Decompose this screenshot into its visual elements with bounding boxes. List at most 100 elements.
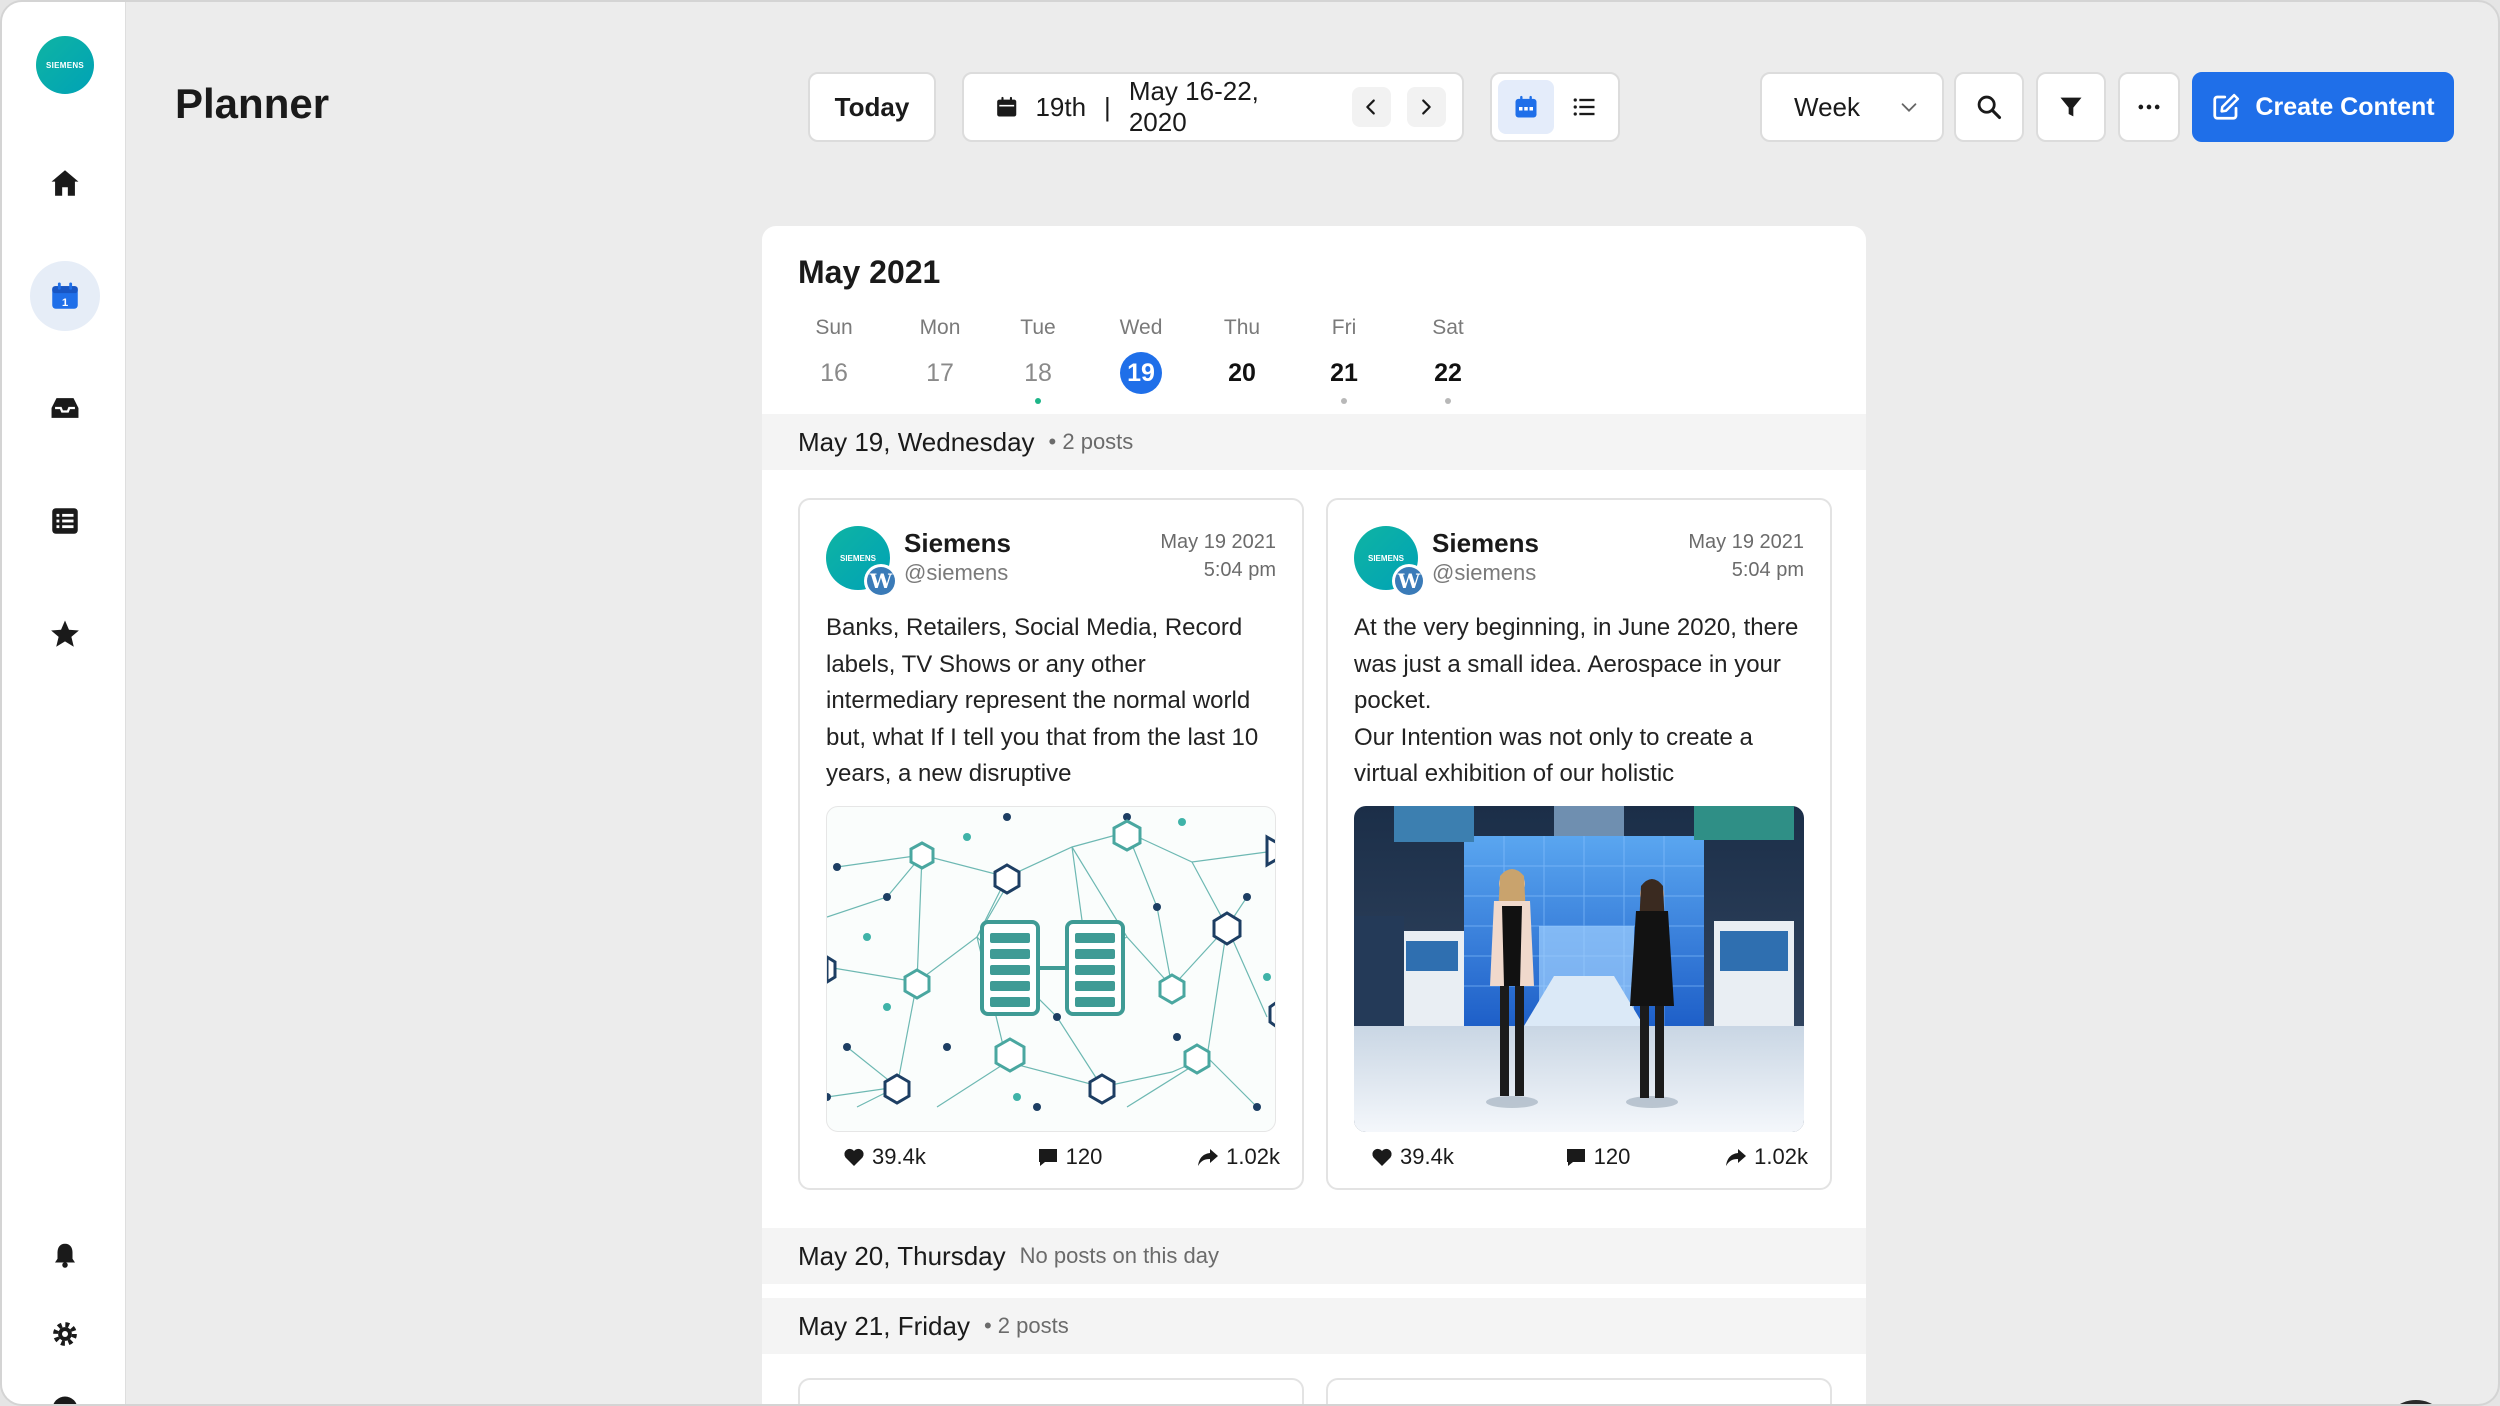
month-title: May 2021 [798, 254, 941, 290]
post-timestamp: May 19 2021 5:04 pm [1688, 528, 1804, 584]
chevron-right-icon [1422, 99, 1432, 115]
list-view-button[interactable] [1556, 80, 1612, 134]
more-horizontal-icon [2138, 104, 2160, 110]
likes-stat[interactable]: 39.4k [826, 1144, 926, 1170]
day-of-week-label: Mon [919, 316, 961, 339]
comments-count: 120 [1065, 1144, 1103, 1169]
app-window: SIEMENS 1 Planner Today 19th | May 16-22… [0, 0, 2500, 1406]
avatar-text: SIEMENS [839, 553, 876, 563]
home-icon [51, 170, 79, 196]
share-icon [1726, 1149, 1747, 1166]
view-range-select[interactable]: Week [1760, 72, 1944, 142]
post-card-partial[interactable] [798, 1378, 1304, 1404]
day-section-header: May 21, Friday • 2 posts [762, 1298, 1866, 1354]
day-section-date: May 21, Friday [798, 1310, 970, 1341]
day-of-week-label: Sat [1432, 316, 1464, 339]
chat-widget-button[interactable] [2382, 1400, 2450, 1404]
week-day-sat[interactable]: Sat 22 [1408, 316, 1488, 404]
post-image-exhibition[interactable] [1354, 806, 1804, 1132]
post-stats: 39.4k 120 1.02k [826, 1144, 1280, 1170]
next-week-button[interactable] [1406, 87, 1447, 127]
brand-logo[interactable]: SIEMENS [36, 36, 94, 94]
calendar-view-icon [1515, 95, 1537, 118]
create-content-label: Create Content [2255, 92, 2435, 121]
bell-icon [55, 1243, 75, 1268]
calendar-small-icon [997, 96, 1017, 117]
filter-button[interactable] [2036, 72, 2106, 142]
sidebar-item-home[interactable] [30, 148, 100, 218]
week-day-fri[interactable]: Fri 21 [1304, 316, 1384, 404]
date-day: 19th [1035, 91, 1087, 122]
sidebar-item-notifications[interactable] [30, 1220, 100, 1290]
list-view-icon [1573, 98, 1595, 116]
post-image-network[interactable] [826, 806, 1276, 1132]
comment-icon [1566, 1149, 1585, 1166]
shares-stat[interactable]: 1.02k [1196, 1144, 1280, 1170]
day-section-header: May 19, Wednesday • 2 posts [762, 414, 1866, 470]
shares-stat[interactable]: 1.02k [1724, 1144, 1808, 1170]
chevron-down-icon [1901, 103, 1917, 112]
date-separator: | [1104, 91, 1111, 122]
day-number: 17 [926, 358, 954, 387]
shares-count: 1.02k [1226, 1144, 1280, 1169]
date-range-text: May 16-22, 2020 [1128, 76, 1259, 137]
day-section-meta: • 2 posts [1048, 429, 1134, 454]
week-day-mon[interactable]: Mon 17 [900, 316, 980, 404]
post-author: Siemens [904, 528, 1011, 558]
sidebar-item-inbox[interactable] [30, 373, 100, 443]
day-number: 21 [1330, 358, 1358, 387]
empty-indicator [831, 398, 837, 404]
day-of-week-label: Thu [1223, 316, 1261, 339]
shares-count: 1.02k [1754, 1144, 1808, 1169]
likes-stat[interactable]: 39.4k [1354, 1144, 1454, 1170]
share-icon [1198, 1149, 1219, 1166]
comments-count: 120 [1593, 1144, 1631, 1169]
week-day-thu[interactable]: Thu 20 [1202, 316, 1282, 404]
day-section-date: May 19, Wednesday [798, 426, 1035, 457]
day-section-header: May 20, Thursday No posts on this day [762, 1228, 1866, 1284]
sidebar-item-content-list[interactable] [30, 486, 100, 556]
post-text: Banks, Retailers, Social Media, Record l… [826, 614, 1259, 788]
sidebar-item-settings[interactable] [30, 1299, 100, 1369]
day-section-meta: • 2 posts [983, 1313, 1069, 1338]
search-button[interactable] [1954, 72, 2024, 142]
sidebar-item-planner[interactable]: 1 [30, 261, 100, 331]
week-day-tue[interactable]: Tue 18 [998, 316, 1078, 404]
brand-logo-text: SIEMENS [45, 60, 85, 70]
edit-icon [2213, 93, 2240, 120]
comments-stat[interactable]: 120 [1548, 1144, 1631, 1170]
heart-icon [1372, 1148, 1392, 1166]
post-card[interactable]: SIEMENS W Siemens @siemens May 19 2021 5… [798, 498, 1304, 1190]
likes-count: 39.4k [1400, 1144, 1454, 1169]
sidebar-item-favorites[interactable] [30, 599, 100, 669]
comments-stat[interactable]: 120 [1020, 1144, 1103, 1170]
post-date: May 19 2021 [1688, 531, 1804, 553]
week-day-sun[interactable]: Sun 16 [794, 316, 874, 404]
star-icon [51, 620, 79, 647]
day-section-date: May 20, Thursday [798, 1240, 1006, 1271]
date-range-picker[interactable]: 19th | May 16-22, 2020 [962, 72, 1464, 142]
help-icon [53, 1396, 77, 1404]
prev-week-button[interactable] [1351, 87, 1391, 127]
calendar-view-button[interactable] [1498, 80, 1554, 134]
day-number: 20 [1228, 358, 1256, 387]
post-card[interactable]: SIEMENS W Siemens @siemens May 19 2021 5… [1326, 498, 1832, 1190]
empty-indicator [937, 398, 943, 404]
post-author: Siemens [1432, 528, 1539, 558]
post-date: May 19 2021 [1160, 531, 1276, 553]
week-planner-panel: May 2021 Sun 16 Mon 17 Tue 18 Wed 19 Thu 20 Fri 21 S… [762, 226, 1866, 1404]
today-button[interactable]: Today [808, 72, 936, 142]
more-options-button[interactable] [2118, 72, 2180, 142]
avatar-text: SIEMENS [1367, 553, 1404, 563]
post-card-partial[interactable] [1326, 1378, 1832, 1404]
week-day-wed[interactable]: Wed 19 [1101, 316, 1181, 404]
sidebar-item-help[interactable] [30, 1374, 100, 1404]
day-section-meta: No posts on this day [1019, 1243, 1219, 1268]
day-number: 16 [820, 358, 848, 387]
page-title: Planner [175, 80, 330, 127]
create-content-button[interactable]: Create Content [2192, 72, 2454, 142]
day-of-week-label: Tue [1020, 316, 1056, 339]
day-number: 18 [1024, 358, 1052, 387]
filter-icon [2060, 97, 2082, 117]
gear-icon [53, 1322, 77, 1346]
